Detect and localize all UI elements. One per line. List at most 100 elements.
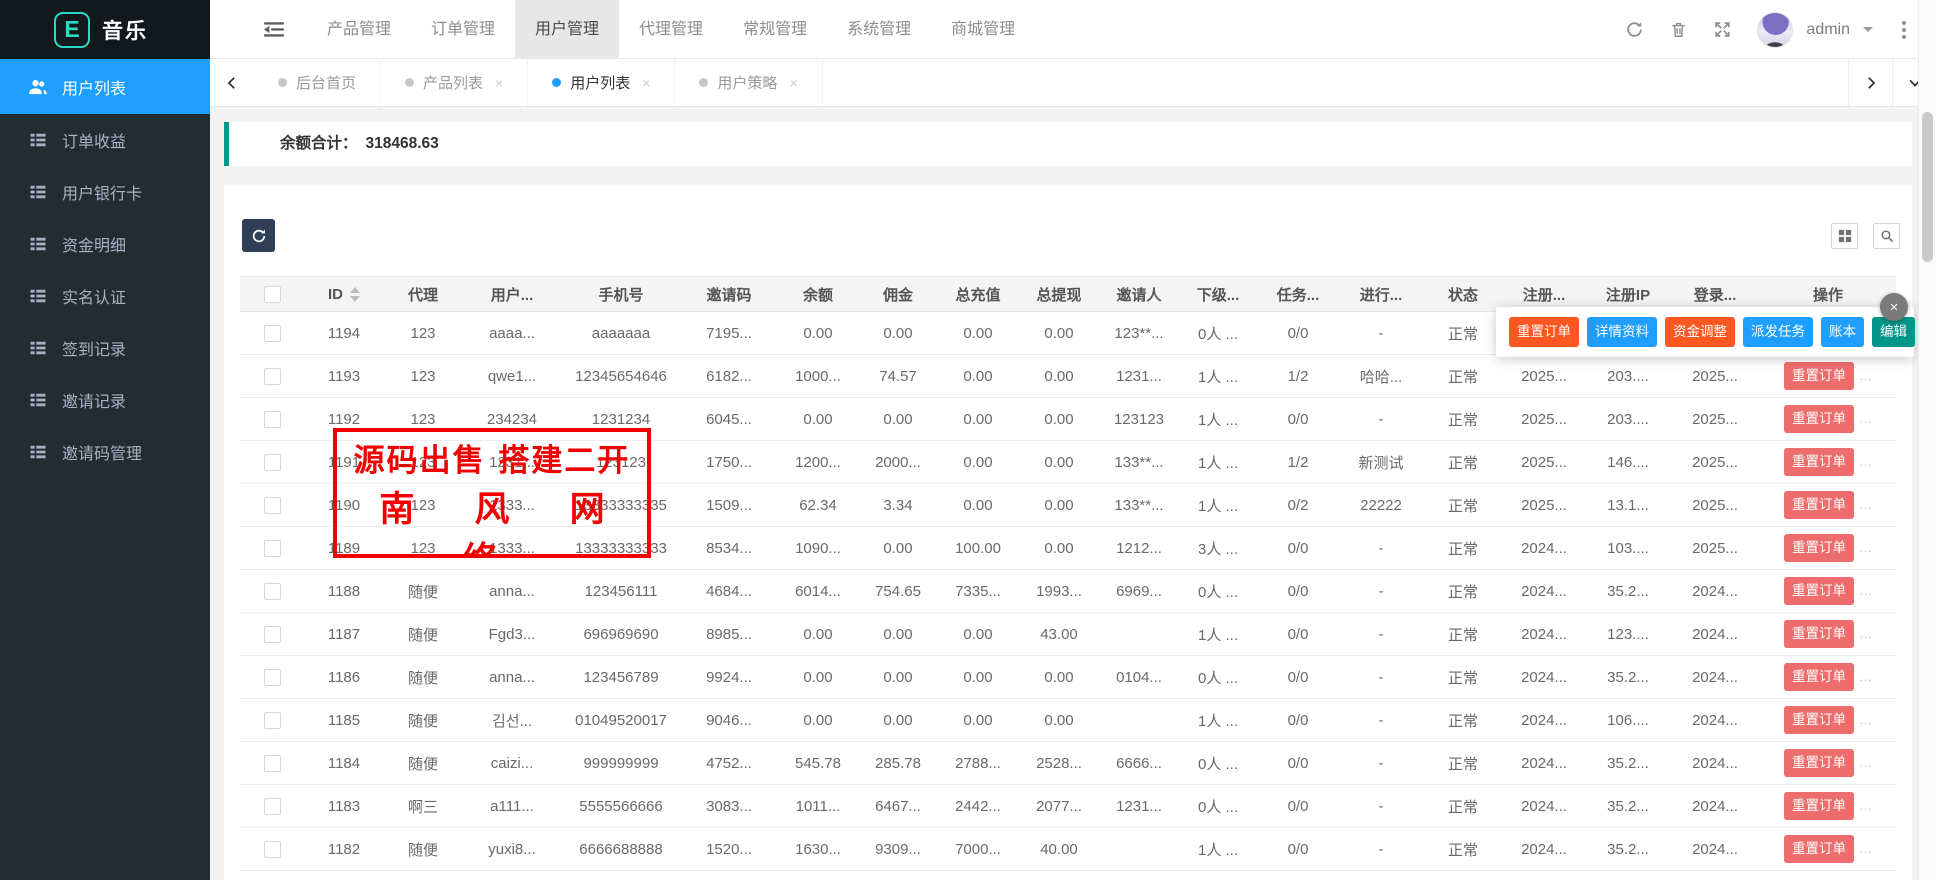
row-checkbox[interactable] — [264, 325, 281, 342]
tab-user-strategy[interactable]: 用户策略× — [675, 59, 822, 106]
tab-user-list[interactable]: 用户列表× — [528, 59, 675, 106]
cell-commission: 2000... — [858, 441, 938, 484]
row-checkbox[interactable] — [264, 583, 281, 600]
sidebar-item-order-earnings[interactable]: 订单收益 — [0, 114, 210, 166]
cell-login-time: 2024... — [1670, 613, 1760, 656]
refresh-icon[interactable] — [1625, 20, 1644, 39]
nav-item-system-management[interactable]: 系统管理 — [827, 0, 931, 59]
table-search-button[interactable] — [1873, 223, 1900, 249]
tabs-scroll-right-icon[interactable] — [1848, 59, 1892, 106]
reset-order-button[interactable]: 重置订单 — [1784, 620, 1854, 648]
cell-total-withdraw: 1993... — [1018, 570, 1100, 613]
table-refresh-button[interactable] — [242, 219, 275, 252]
row-checkbox[interactable] — [264, 669, 281, 686]
nav-item-order-management[interactable]: 订单管理 — [411, 0, 515, 59]
popup-button-funds-adjust[interactable]: 资金调整 — [1665, 317, 1735, 347]
row-more-actions[interactable]: … — [1859, 411, 1872, 426]
nav-item-product-management[interactable]: 产品管理 — [307, 0, 411, 59]
row-more-actions[interactable]: … — [1859, 841, 1872, 856]
nav-item-general-management[interactable]: 常规管理 — [723, 0, 827, 59]
reset-order-button[interactable]: 重置订单 — [1784, 835, 1854, 863]
sidebar-item-user-list[interactable]: 用户列表 — [0, 59, 210, 114]
row-more-actions[interactable]: … — [1859, 626, 1872, 641]
row-more-actions[interactable]: … — [1859, 497, 1872, 512]
scrollbar-thumb[interactable] — [1922, 112, 1933, 262]
cell-user: 1333... — [462, 484, 562, 527]
cell-phone: 12345654646 — [562, 355, 680, 398]
row-more-actions[interactable]: … — [1859, 454, 1872, 469]
reset-order-button[interactable]: 重置订单 — [1784, 792, 1854, 820]
tab-close-icon[interactable]: × — [495, 75, 503, 91]
reset-order-button[interactable]: 重置订单 — [1784, 663, 1854, 691]
row-checkbox[interactable] — [264, 368, 281, 385]
cell-invite-code: 3083... — [680, 785, 778, 828]
cell-ongoing — [1338, 871, 1424, 880]
fullscreen-icon[interactable] — [1713, 20, 1732, 39]
username[interactable]: admin — [1806, 21, 1850, 39]
row-more-actions[interactable]: … — [1859, 798, 1872, 813]
scrollbar[interactable] — [1918, 0, 1936, 880]
row-checkbox[interactable] — [264, 411, 281, 428]
sidebar-item-user-bank-cards[interactable]: 用户银行卡 — [0, 166, 210, 218]
row-checkbox[interactable] — [264, 540, 281, 557]
row-more-actions[interactable]: … — [1859, 712, 1872, 727]
accent-stripe — [224, 122, 229, 166]
row-checkbox[interactable] — [264, 712, 281, 729]
close-icon[interactable]: × — [1880, 293, 1908, 321]
row-more-actions[interactable]: … — [1859, 368, 1872, 383]
popup-button-ledger[interactable]: 账本 — [1821, 317, 1864, 347]
popup-button-reset-order[interactable]: 重置订单 — [1509, 317, 1579, 347]
popup-button-details[interactable]: 详情资料 — [1587, 317, 1657, 347]
tabs-scroll-left-icon[interactable] — [210, 59, 254, 106]
sidebar-item-label: 签到记录 — [62, 336, 126, 360]
nav-item-agent-management[interactable]: 代理管理 — [619, 0, 723, 59]
nav-item-user-management[interactable]: 用户管理 — [515, 0, 619, 59]
sidebar-item-invite-code-management[interactable]: 邀请码管理 — [0, 426, 210, 478]
app-title: 音乐 — [102, 15, 148, 45]
row-actions-cell: 重置订单 … — [1760, 484, 1896, 527]
sidebar-item-invite-records[interactable]: 邀请记录 — [0, 374, 210, 426]
select-all-checkbox[interactable] — [264, 286, 281, 303]
row-more-actions[interactable]: … — [1859, 755, 1872, 770]
row-more-actions[interactable]: … — [1859, 669, 1872, 684]
popup-button-dispatch-task[interactable]: 派发任务 — [1743, 317, 1813, 347]
tab-close-icon[interactable]: × — [789, 75, 797, 91]
tab-home[interactable]: 后台首页 — [254, 59, 381, 106]
more-menu-icon[interactable] — [1898, 17, 1910, 43]
cell-total-withdraw: 0.00 — [1018, 484, 1100, 527]
row-more-actions[interactable]: … — [1859, 540, 1872, 555]
row-checkbox[interactable] — [264, 798, 281, 815]
cell-subordinates: 0人 ... — [1178, 785, 1258, 828]
row-checkbox[interactable] — [264, 497, 281, 514]
row-checkbox[interactable] — [264, 755, 281, 772]
avatar[interactable] — [1757, 12, 1793, 48]
sidebar-item-real-name-auth[interactable]: 实名认证 — [0, 270, 210, 322]
reset-order-button[interactable]: 重置订单 — [1784, 362, 1854, 390]
sort-icon[interactable] — [350, 287, 360, 302]
row-checkbox[interactable] — [264, 454, 281, 471]
reset-order-button[interactable]: 重置订单 — [1784, 491, 1854, 519]
sidebar-item-checkin-records[interactable]: 签到记录 — [0, 322, 210, 374]
cell-total-recharge: 2442... — [938, 785, 1018, 828]
cell-status: 正常 — [1424, 656, 1502, 699]
reset-order-button[interactable]: 重置订单 — [1784, 706, 1854, 734]
tab-close-icon[interactable]: × — [642, 75, 650, 91]
cell-tasks: 0/0 — [1258, 785, 1338, 828]
reset-order-button[interactable]: 重置订单 — [1784, 405, 1854, 433]
row-checkbox[interactable] — [264, 841, 281, 858]
row-checkbox[interactable] — [264, 626, 281, 643]
reset-order-button[interactable]: 重置订单 — [1784, 749, 1854, 777]
popup-button-edit[interactable]: 编辑 — [1872, 317, 1915, 347]
column-filter-button[interactable] — [1831, 223, 1858, 249]
nav-item-mall-management[interactable]: 商城管理 — [931, 0, 1035, 59]
cell-total-recharge: 0.00 — [938, 312, 1018, 355]
reset-order-button[interactable]: 重置订单 — [1784, 577, 1854, 605]
tab-label: 后台首页 — [296, 72, 356, 93]
tab-product-list[interactable]: 产品列表× — [381, 59, 528, 106]
row-more-actions[interactable]: … — [1859, 583, 1872, 598]
reset-order-button[interactable]: 重置订单 — [1784, 534, 1854, 562]
sidebar-item-funds-detail[interactable]: 资金明细 — [0, 218, 210, 270]
sidebar-toggle-icon[interactable] — [254, 0, 294, 59]
reset-order-button[interactable]: 重置订单 — [1784, 448, 1854, 476]
trash-icon[interactable] — [1669, 20, 1688, 39]
